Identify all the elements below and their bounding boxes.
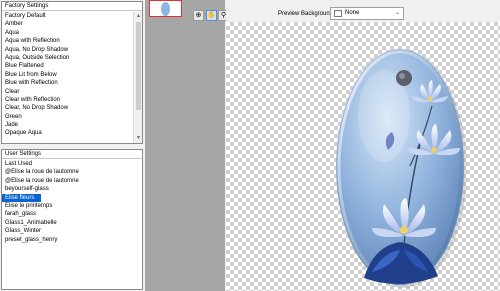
factory-list-item[interactable]: Aqua, Outside Selection [2,54,132,62]
factory-settings-panel: Factory Settings Factory Default Amber Aqu… [1,1,143,144]
factory-list-item[interactable]: Aqua, No Drop Shadow [2,46,132,54]
user-list-item[interactable]: preset_glass_henry [2,236,142,244]
thumbnail-area [145,0,225,291]
scroll-up-icon[interactable]: ▲ [135,13,142,20]
preview-background-select[interactable]: None ⌄ [330,7,404,20]
factory-list-item[interactable]: Jade [2,121,132,129]
factory-list-item[interactable]: Blue Flattened [2,62,132,70]
factory-list-item[interactable]: Aqua [2,29,132,37]
preview-tools: ⊕ ✋ ⚲ [145,0,229,22]
factory-list-item[interactable]: Blue Lit from Below [2,71,132,79]
user-list-item[interactable]: Elise le printemps [2,202,142,210]
preview-background-value: None [345,10,360,16]
factory-list-item[interactable]: Amber [2,20,132,28]
user-list-item[interactable]: beyourself-glass [2,185,142,193]
factory-list-item[interactable]: Clear [2,88,132,96]
user-list-item[interactable]: @Elise la roue de lautomne [2,168,142,176]
zoom-fit-icon[interactable]: ⊕ [193,10,204,21]
user-list-item[interactable]: Last Used [2,160,142,168]
preview-toolbar: Preview Background: None ⌄ [226,0,500,22]
factory-scrollbar[interactable]: ▲ ▼ [133,12,142,143]
user-list-item[interactable]: @Elise la roue de lautomne [2,177,142,185]
factory-settings-heading: Factory Settings [2,2,142,11]
user-list-item[interactable]: Elise fleurs [2,193,41,202]
glass-oval-preview-image [336,49,466,288]
user-list-item[interactable]: farah_glass [2,210,142,218]
chevron-down-icon: ⌄ [394,10,400,16]
user-settings-list[interactable]: Last Used @Elise la roue de lautomne @Elis… [2,160,142,289]
factory-list-item[interactable]: Factory Default [2,12,132,20]
factory-list-item[interactable]: Aqua with Reflection [2,37,132,45]
factory-settings-list[interactable]: Factory Default Amber Aqua Aqua with Reflec… [2,12,132,143]
user-settings-heading: User Settings [2,150,142,159]
hand-pan-icon[interactable]: ✋ [206,10,217,21]
factory-list-item[interactable]: Opaque Aqua [2,129,132,137]
preview-canvas[interactable] [226,22,500,291]
factory-list-item[interactable]: Clear, No Drop Shadow [2,104,132,112]
user-settings-panel: User Settings Last Used @Elise la roue de… [1,149,143,290]
user-list-item[interactable]: Glass_Winter [2,227,142,235]
factory-list-item[interactable]: Clear with Reflection [2,96,132,104]
preview-background-label: Preview Background: [278,11,335,17]
factory-list-item[interactable]: Blue with Reflection [2,79,132,87]
color-swatch-icon [334,10,342,17]
scroll-down-icon[interactable]: ▼ [135,135,142,142]
factory-list-item[interactable]: Green [2,113,132,121]
user-list-item[interactable]: Glass1_Animabelle [2,219,142,227]
scroll-thumb[interactable] [136,22,141,110]
